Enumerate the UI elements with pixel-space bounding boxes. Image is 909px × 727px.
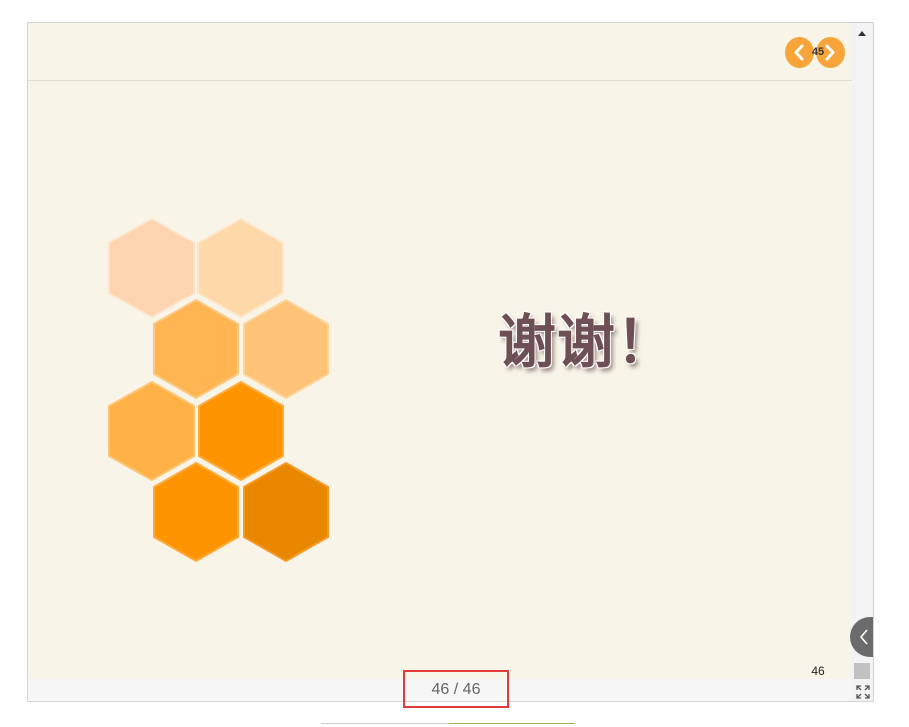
hexagon bbox=[108, 380, 195, 482]
hexagon bbox=[197, 217, 284, 319]
expand-icon[interactable] bbox=[856, 685, 870, 699]
presentation-viewer: 45 谢谢！ 46 bbox=[27, 22, 874, 702]
slide-title: 谢谢！ bbox=[498, 308, 676, 376]
bottom-tab[interactable] bbox=[321, 723, 449, 727]
chevron-left-icon bbox=[859, 629, 868, 645]
bottom-tab-active[interactable] bbox=[449, 723, 575, 727]
scroll-up-arrow-icon[interactable] bbox=[858, 31, 866, 36]
hexagon-graphic bbox=[108, 217, 329, 563]
hexagon bbox=[243, 298, 329, 400]
hexagon bbox=[198, 380, 284, 482]
vertical-scrollbar[interactable] bbox=[852, 23, 873, 701]
hexagon bbox=[243, 461, 329, 563]
slide-number: 46 bbox=[811, 664, 825, 678]
hexagon bbox=[108, 217, 195, 319]
hexagon bbox=[153, 298, 239, 400]
hexagon bbox=[153, 461, 239, 563]
slide: 45 谢谢！ 46 bbox=[28, 23, 852, 679]
page-indicator: 46 / 46 bbox=[403, 670, 509, 708]
scroll-thumb[interactable] bbox=[854, 663, 870, 679]
